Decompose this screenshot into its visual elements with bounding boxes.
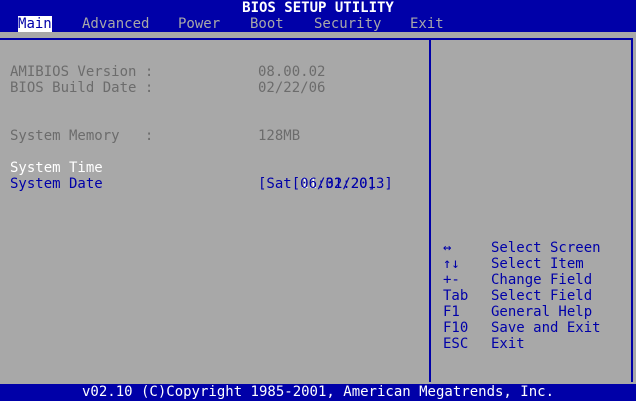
help-desc-exit: Exit [491, 336, 525, 352]
help-desc-change-field: Change Field [491, 272, 593, 288]
bios-build-date-value: 02/22/06 [258, 80, 326, 96]
menu-tab-exit[interactable]: Exit [410, 16, 444, 32]
menu-tab-main-rest: ain [26, 16, 52, 32]
system-date-value[interactable]: [Sat 06/01/2013] [258, 176, 393, 192]
help-desc-select-screen: Select Screen [491, 240, 601, 256]
panel-divider [429, 38, 431, 382]
help-key-esc: ESC [443, 336, 469, 352]
help-desc-select-item: Select Item [491, 256, 584, 272]
title-menu-bar: BIOS SETUP UTILITY Main Advanced Power B… [0, 0, 636, 32]
menu-tab-security[interactable]: Security [314, 16, 381, 32]
help-key-f10: F10 [443, 320, 469, 336]
menu-tab-power[interactable]: Power [178, 16, 220, 32]
up-down-arrow-icon: ↑↓ [443, 256, 460, 272]
panel-top-border [0, 38, 633, 40]
help-key-f1: F1 [443, 304, 460, 320]
bios-build-date-label: BIOS Build Date : [10, 80, 154, 96]
help-desc-select-field: Select Field [491, 288, 593, 304]
system-memory-value: 128MB [258, 128, 301, 144]
menu-tab-boot[interactable]: Boot [250, 16, 284, 32]
system-date-label[interactable]: System Date [10, 176, 103, 192]
amibios-version-value: 08.00.02 [258, 64, 326, 80]
menu-tab-main[interactable]: Main [18, 16, 52, 32]
amibios-version-label: AMIBIOS Version : [10, 64, 154, 80]
help-key-plus-minus: +- [443, 272, 460, 288]
system-memory-label: System Memory : [10, 128, 154, 144]
copyright-footer: v02.10 (C)Copyright 1985-2001, American … [0, 384, 636, 401]
panel-right-border [631, 38, 633, 382]
help-desc-save-exit: Save and Exit [491, 320, 601, 336]
help-desc-general-help: General Help [491, 304, 593, 320]
system-time-label[interactable]: System Time [10, 160, 103, 176]
utility-title: BIOS SETUP UTILITY [242, 0, 394, 16]
help-key-tab: Tab [443, 288, 469, 304]
menu-tab-advanced[interactable]: Advanced [82, 16, 149, 32]
left-right-arrow-icon: ↔ [443, 240, 452, 256]
